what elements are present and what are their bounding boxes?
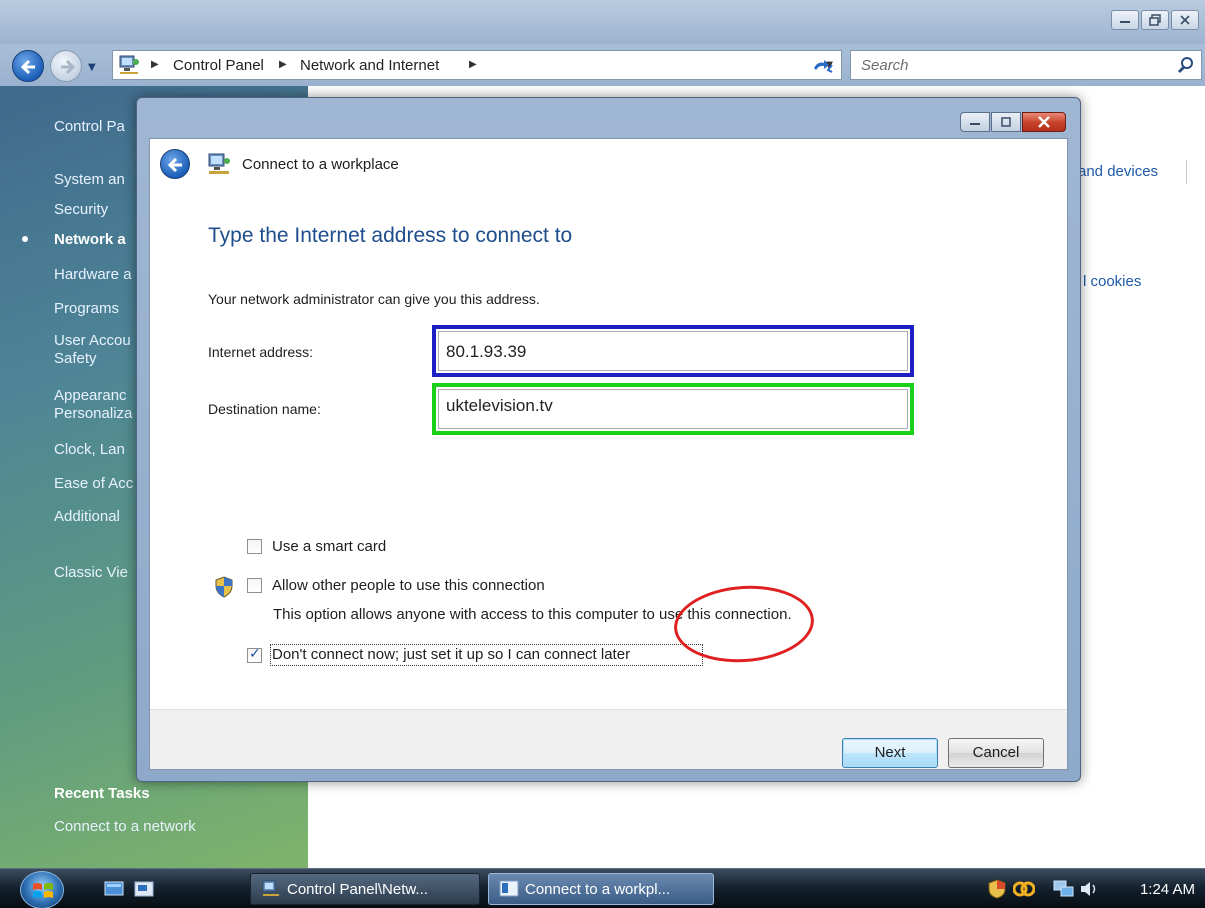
refresh-icon (814, 60, 833, 73)
network-icon (262, 880, 279, 896)
destination-name-value: uktelevision.tv (446, 396, 553, 415)
dialog-window-controls (960, 112, 1066, 132)
show-desktop-icon[interactable] (104, 880, 124, 898)
sidebar-item-system[interactable]: System an (54, 172, 125, 188)
dont-connect-now-checkbox[interactable]: ✓ (247, 646, 262, 663)
destination-name-field[interactable]: uktelevision.tv (432, 383, 914, 435)
smart-card-label[interactable]: Use a smart card (272, 538, 386, 555)
close-icon (1180, 15, 1190, 25)
sidebar-item-safety[interactable]: Safety (54, 351, 97, 367)
hardware-and-devices-link[interactable]: and devices (1078, 163, 1158, 180)
search-placeholder: Search (861, 57, 909, 74)
network-icon (119, 55, 139, 74)
internet-address-value: 80.1.93.39 (446, 342, 527, 361)
dialog-instruction: Your network administrator can give you … (208, 291, 540, 307)
cookies-link[interactable]: l cookies (1083, 273, 1141, 290)
sidebar-item-user-accounts[interactable]: User Accou (54, 333, 131, 349)
breadcrumb-control-panel[interactable]: Control Panel (173, 57, 264, 74)
breadcrumb-arrow-icon[interactable]: ▶ (279, 59, 287, 70)
recent-tasks-heading: Recent Tasks (54, 785, 150, 802)
network-status-icon[interactable] (1053, 879, 1075, 899)
search-icon[interactable] (1177, 56, 1195, 74)
window-icon (499, 880, 519, 897)
sidebar-item-appearance[interactable]: Appearanc (54, 388, 127, 404)
internet-address-label: Internet address: (208, 344, 314, 360)
search-input[interactable]: Search (850, 50, 1202, 80)
close-icon (1038, 116, 1050, 128)
divider (1186, 160, 1187, 184)
dialog-button-bar: Next Cancel (150, 709, 1067, 769)
sidebar-item-clock[interactable]: Clock, Lan (54, 442, 125, 458)
system-tray: 1:24 AM (985, 873, 1203, 905)
allow-others-checkbox[interactable] (247, 578, 262, 593)
dialog-maximize-button[interactable] (991, 112, 1021, 132)
refresh-button[interactable] (806, 54, 840, 78)
sidebar-item-security[interactable]: Security (54, 202, 108, 218)
back-button[interactable] (12, 50, 44, 82)
breadcrumb-network-and-internet[interactable]: Network and Internet (300, 57, 439, 74)
arrow-left-icon (167, 157, 182, 173)
minimize-icon (1120, 21, 1130, 23)
uac-shield-icon (215, 576, 233, 598)
breadcrumb-arrow-icon[interactable]: ▶ (151, 59, 159, 70)
sidebar-item-classic-view[interactable]: Classic Vie (54, 565, 128, 581)
maximize-icon (1001, 117, 1011, 127)
taskbar-button-connect-workplace[interactable]: Connect to a workpl... (488, 873, 714, 905)
taskbar-button-label: Control Panel\Netw... (287, 881, 428, 898)
restore-icon (1149, 14, 1161, 26)
security-shield-icon[interactable] (987, 879, 1007, 899)
minimize-button[interactable] (1111, 10, 1139, 30)
taskbar-button-label: Connect to a workpl... (525, 881, 671, 898)
taskbar-button-control-panel[interactable]: Control Panel\Netw... (250, 873, 480, 905)
allow-others-label[interactable]: Allow other people to use this connectio… (272, 577, 545, 594)
alert-icon[interactable] (1013, 879, 1035, 899)
internet-address-field[interactable]: 80.1.93.39 (432, 325, 914, 377)
address-toolbar: ▼ ▶ Control Panel ▶ Network and Internet… (0, 44, 1205, 86)
sidebar-item-programs[interactable]: Programs (54, 301, 119, 317)
dialog-minimize-button[interactable] (960, 112, 990, 132)
arrow-left-icon (20, 59, 35, 75)
sidebar-item-control-panel-home[interactable]: Control Pa (54, 119, 125, 135)
switch-windows-icon[interactable] (134, 880, 154, 898)
start-button[interactable] (20, 871, 64, 908)
sidebar-item-hardware[interactable]: Hardware a (54, 267, 132, 283)
windows-logo-icon (33, 883, 53, 898)
dialog-title: Connect to a workplace (242, 156, 399, 173)
destination-name-label: Destination name: (208, 401, 321, 417)
taskbar: Control Panel\Netw... Connect to a workp… (0, 868, 1205, 908)
sidebar-item-personalization[interactable]: Personaliza (54, 406, 132, 422)
sidebar-item-network[interactable]: Network a (54, 232, 126, 248)
forward-button[interactable] (50, 50, 82, 82)
arrow-right-icon (61, 59, 76, 75)
connect-to-workplace-dialog: Connect to a workplace Type the Internet… (136, 97, 1081, 782)
recent-pages-dropdown-icon[interactable]: ▼ (88, 62, 96, 73)
cancel-button[interactable]: Cancel (948, 738, 1044, 768)
checkmark-icon: ✓ (249, 646, 261, 662)
recent-task-connect-to-network[interactable]: Connect to a network (54, 818, 196, 835)
selected-bullet-icon (22, 236, 28, 242)
address-bar[interactable]: ▶ Control Panel ▶ Network and Internet ▶… (112, 50, 842, 80)
smart-card-checkbox[interactable] (247, 539, 262, 554)
dialog-close-button[interactable] (1022, 112, 1066, 132)
restore-button[interactable] (1141, 10, 1169, 30)
window-controls (1111, 10, 1199, 30)
network-workplace-icon (208, 153, 230, 174)
dialog-client-area: Connect to a workplace Type the Internet… (149, 138, 1068, 770)
explorer-titlebar (0, 0, 1205, 44)
dont-connect-now-label[interactable]: Don't connect now; just set it up so I c… (272, 646, 630, 663)
volume-icon[interactable] (1079, 879, 1099, 899)
clock[interactable]: 1:24 AM (1140, 881, 1195, 898)
dialog-heading: Type the Internet address to connect to (208, 224, 573, 247)
dialog-back-button[interactable] (160, 149, 190, 179)
sidebar-item-additional-options[interactable]: Additional (54, 509, 120, 525)
close-button[interactable] (1171, 10, 1199, 30)
minimize-icon (970, 123, 980, 125)
next-button[interactable]: Next (842, 738, 938, 768)
breadcrumb-arrow-icon[interactable]: ▶ (469, 59, 477, 70)
sidebar-item-ease-of-access[interactable]: Ease of Acc (54, 476, 133, 492)
